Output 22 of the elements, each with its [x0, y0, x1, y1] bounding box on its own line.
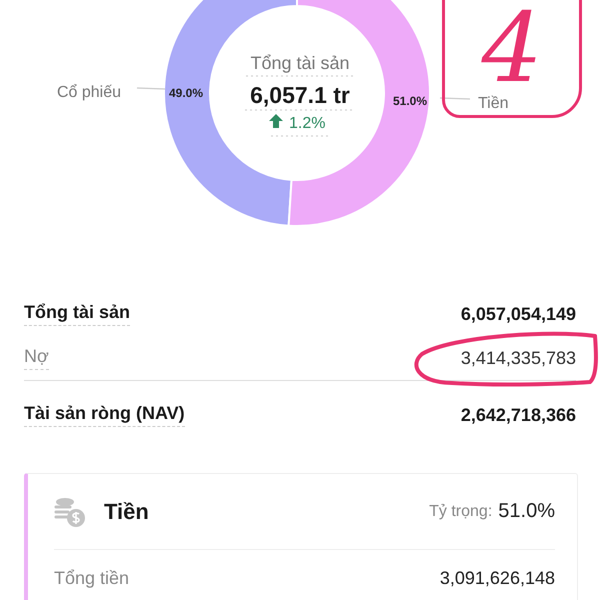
leader-line	[136, 87, 166, 90]
center-label: Tổng tài sản	[250, 53, 350, 73]
summary-label: Nợ	[24, 346, 49, 370]
leader-line	[440, 97, 470, 100]
coins-icon	[54, 496, 86, 528]
summary-value: 6,057,054,149	[460, 304, 576, 324]
summary-value: 2,642,718,366	[460, 404, 576, 426]
summary-value: 3,414,335,783	[460, 348, 576, 368]
card-title: Tiền	[104, 498, 150, 524]
center-change-value: 1.2%	[289, 115, 326, 132]
weight-label: Tỷ trọng:	[429, 502, 492, 520]
weight-value: 51.0%	[498, 500, 555, 523]
slice-category-label: Cổ phiếu	[56, 84, 121, 101]
slice-value-label: 51.0%	[392, 94, 428, 108]
up-arrow-icon	[269, 114, 283, 128]
summary-label: Tài sản ròng (NAV)	[24, 403, 185, 427]
summary-label: Tổng tài sản	[24, 302, 130, 326]
slice-category-label: Tiền	[478, 95, 509, 112]
center-total-value: 6,057.1 tr	[250, 82, 350, 108]
slice-value-label: 49.0%	[168, 86, 204, 100]
card-row-label: Tổng tiền	[54, 568, 130, 588]
card-row-value: 3,091,626,148	[440, 568, 555, 588]
